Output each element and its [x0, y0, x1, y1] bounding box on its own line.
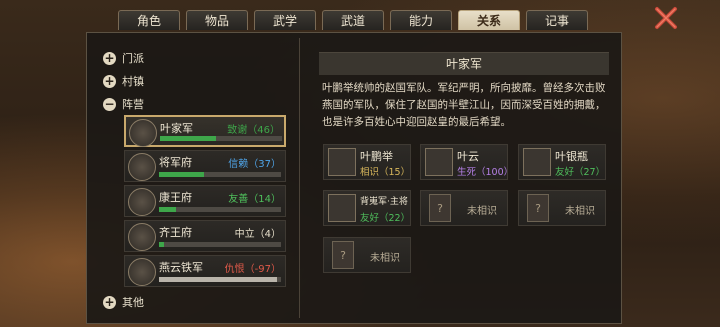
relation-bar: [159, 277, 281, 282]
member-name: 叶云: [457, 150, 479, 163]
relation-bar: [160, 136, 282, 141]
faction-emblem-icon: [129, 119, 157, 147]
camp-name: 燕云铁军: [159, 261, 203, 274]
camp-name: 康王府: [159, 191, 192, 204]
tree-other[interactable]: + 其他: [103, 294, 144, 310]
relation-bar: [159, 242, 281, 247]
faction-emblem-icon: [128, 223, 156, 251]
member-relation: 生死（100）: [457, 167, 514, 178]
unknown-member-card[interactable]: ? 未相识: [518, 190, 606, 226]
tree-town-label: 村镇: [122, 75, 144, 88]
tab-abilities[interactable]: 能力: [390, 10, 452, 30]
unknown-portrait-icon: ?: [429, 194, 451, 222]
tree-town[interactable]: + 村镇: [103, 73, 144, 89]
relation-bar: [159, 172, 281, 177]
camp-relation: 致谢（46）: [227, 125, 280, 136]
camp-item[interactable]: 康王府 友善（14）: [124, 185, 286, 217]
camp-relation: 仇恨（-97）: [224, 264, 281, 275]
collapse-icon: −: [103, 96, 116, 111]
tab-items[interactable]: 物品: [186, 10, 248, 30]
unknown-portrait-icon: ?: [527, 194, 549, 222]
member-relation: 友好（22）: [360, 213, 411, 224]
camp-item[interactable]: 叶家军 致谢（46）: [124, 115, 286, 147]
camp-item[interactable]: 将军府 信赖（37）: [124, 150, 286, 182]
camp-item[interactable]: 燕云铁军 仇恨（-97）: [124, 255, 286, 287]
panel-divider: [299, 38, 300, 318]
member-card[interactable]: 叶银瓶 友好（27）: [518, 144, 606, 180]
relation-bar-fill: [160, 136, 217, 141]
tab-martial-arts[interactable]: 武学: [254, 10, 316, 30]
expand-icon: +: [103, 294, 116, 309]
tab-relations[interactable]: 关系: [458, 10, 520, 30]
unknown-member-card[interactable]: ? 未相识: [323, 237, 411, 273]
tab-character[interactable]: 角色: [118, 10, 180, 30]
camp-name: 齐王府: [159, 226, 192, 239]
tree-camp-label: 阵营: [122, 98, 144, 111]
member-card[interactable]: 叶云 生死（100）: [420, 144, 513, 180]
expand-icon: +: [103, 50, 116, 65]
camp-relation: 信赖（37）: [228, 159, 281, 170]
character-portrait: [328, 194, 356, 222]
relation-bar-fill: [159, 277, 278, 282]
faction-emblem-icon: [128, 153, 156, 181]
unknown-member-card[interactable]: ? 未相识: [420, 190, 508, 226]
camp-name: 叶家军: [160, 122, 193, 135]
camp-relation: 中立（4）: [234, 229, 281, 240]
character-portrait: [328, 148, 356, 176]
faction-title: 叶家军: [319, 52, 609, 75]
tree-camp[interactable]: − 阵营: [103, 96, 144, 112]
faction-emblem-icon: [128, 258, 156, 286]
relation-bar-fill: [159, 242, 164, 247]
expand-icon: +: [103, 73, 116, 88]
member-card[interactable]: 背嵬军·主将 友好（22）: [323, 190, 411, 226]
unknown-label: 未相识: [467, 206, 497, 217]
unknown-label: 未相识: [565, 206, 595, 217]
unknown-portrait-icon: ?: [332, 241, 354, 269]
tab-journal[interactable]: 记事: [526, 10, 588, 30]
relation-bar-fill: [159, 172, 205, 177]
unknown-label: 未相识: [370, 253, 400, 264]
tab-bar: 角色 物品 武学 武道 能力 关系 记事: [118, 10, 588, 32]
member-name: 叶银瓶: [555, 150, 588, 163]
tree-other-label: 其他: [122, 296, 144, 309]
camp-name: 将军府: [159, 156, 192, 169]
character-portrait: [425, 148, 453, 176]
close-icon[interactable]: [652, 4, 680, 32]
member-relation: 相识（15）: [360, 167, 411, 178]
member-card[interactable]: 叶鹏举 相识（15）: [323, 144, 411, 180]
relation-bar-fill: [159, 207, 177, 212]
member-name: 背嵬军·主将: [360, 197, 408, 207]
tab-martial-way[interactable]: 武道: [322, 10, 384, 30]
character-portrait: [523, 148, 551, 176]
camp-relation: 友善（14）: [228, 194, 281, 205]
faction-emblem-icon: [128, 188, 156, 216]
member-relation: 友好（27）: [555, 167, 606, 178]
faction-description: 叶鹏举统帅的赵国军队。军纪严明，所向披靡。曾经多次击败燕国的军队，保住了赵国的半…: [322, 82, 606, 128]
tree-sect[interactable]: + 门派: [103, 50, 144, 66]
relation-bar: [159, 207, 281, 212]
tree-sect-label: 门派: [122, 52, 144, 65]
member-name: 叶鹏举: [360, 150, 393, 163]
camp-item[interactable]: 齐王府 中立（4）: [124, 220, 286, 252]
